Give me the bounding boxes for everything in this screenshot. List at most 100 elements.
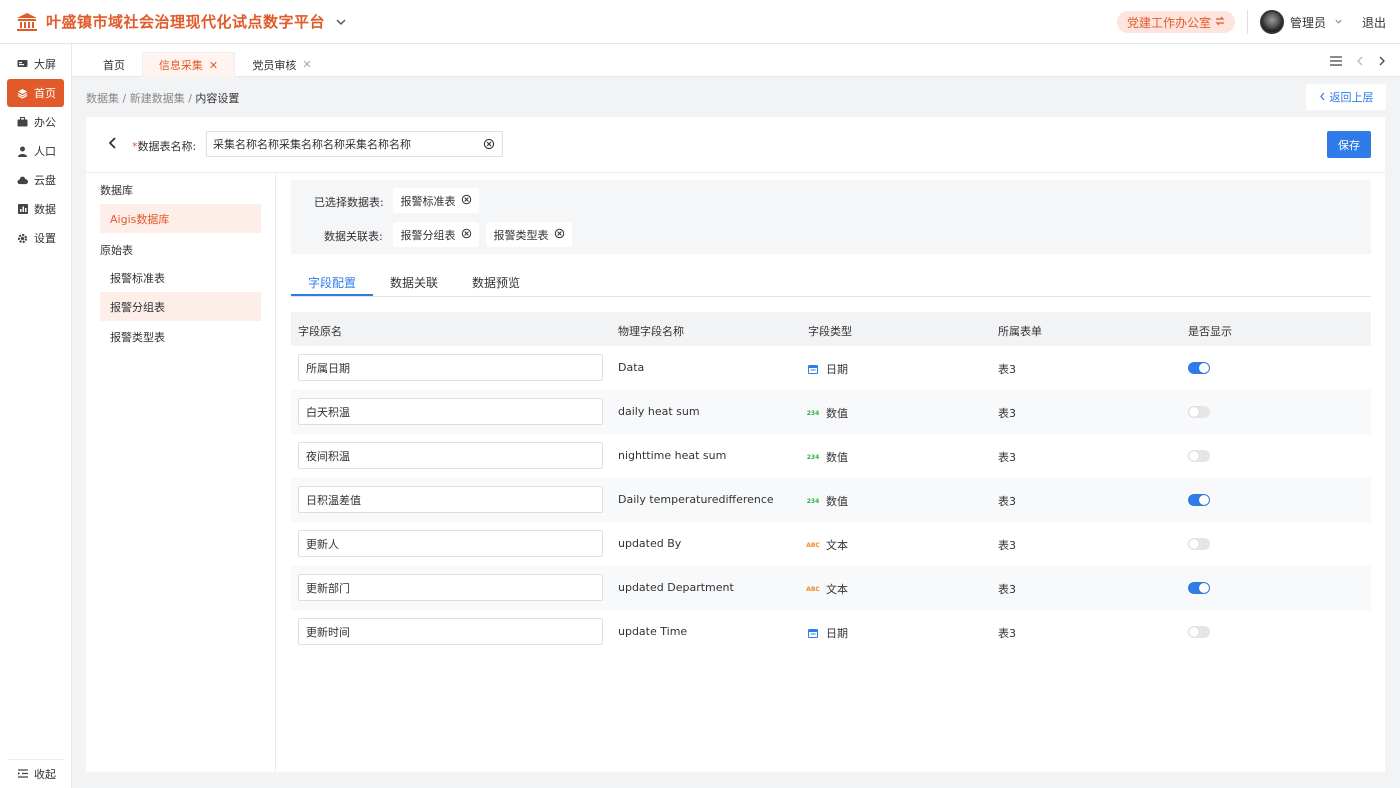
physical-field-name: Data: [618, 361, 645, 374]
database-heading: 数据库: [100, 184, 133, 197]
user-name[interactable]: 管理员: [1290, 14, 1326, 31]
field-name-input[interactable]: 夜间积温: [298, 442, 603, 469]
back-up-button[interactable]: 返回上层: [1306, 84, 1386, 110]
layers-icon: [17, 88, 28, 99]
sidebar-item-office[interactable]: 办公: [7, 108, 64, 136]
tab-info-collection[interactable]: 信息采集 ✕: [142, 52, 235, 77]
tab-field-config[interactable]: 字段配置: [308, 274, 356, 291]
chevron-down-icon[interactable]: [1334, 16, 1344, 29]
sidebar-item-label: 云盘: [34, 174, 56, 187]
field-type-label: 文本: [826, 539, 848, 552]
content-card: *数据表名称: 采集名称名称采集名称名称采集名称名称 保存 数据库 Aigis数…: [86, 117, 1385, 772]
field-name-input[interactable]: 所属日期: [298, 354, 603, 381]
close-icon[interactable]: ✕: [209, 59, 218, 72]
clear-circle-icon[interactable]: [461, 194, 472, 208]
active-tab-indicator: [291, 294, 373, 296]
table-header: 字段原名 物理字段名称 字段类型 所属表单 是否显示: [291, 312, 1371, 346]
form-name: 表3: [998, 407, 1016, 420]
swap-icon: [1215, 15, 1225, 29]
tab-member-review[interactable]: 党员审核 ✕: [242, 52, 322, 77]
sidebar-item-big-screen[interactable]: 大屏: [7, 50, 64, 78]
sidebar-item-cloud-disk[interactable]: 云盘: [7, 166, 64, 194]
field-type-label: 日期: [826, 363, 848, 376]
chevron-right-icon[interactable]: [1378, 56, 1386, 69]
table-row: 更新人 updated By ABC 文本 表3: [291, 522, 1371, 566]
header-divider: [1246, 10, 1248, 34]
sidebar-item-label: 办公: [34, 116, 56, 129]
government-building-icon: [16, 11, 38, 33]
show-toggle[interactable]: [1188, 582, 1210, 594]
breadcrumb-item[interactable]: 数据集: [86, 92, 119, 105]
field-type: 234 数值: [807, 449, 848, 465]
field-name-input[interactable]: 更新部门: [298, 574, 603, 601]
field-type-label: 数值: [826, 451, 848, 464]
field-name-input[interactable]: 白天积温: [298, 398, 603, 425]
sidebar-item-settings[interactable]: 设置: [7, 224, 64, 252]
table-name-input[interactable]: 采集名称名称采集名称名称采集名称名称: [206, 131, 503, 157]
tab-home[interactable]: 首页: [86, 52, 142, 77]
raw-table-item[interactable]: 报警标准表: [100, 263, 261, 292]
calendar-icon: [808, 364, 818, 374]
physical-field-name: updated By: [618, 537, 682, 550]
clear-circle-icon[interactable]: [461, 228, 472, 242]
show-toggle[interactable]: [1188, 362, 1210, 374]
show-toggle[interactable]: [1188, 538, 1210, 550]
physical-field-name: update Time: [618, 625, 688, 638]
related-table-chip: 报警类型表: [486, 222, 572, 247]
chevron-left-icon[interactable]: [1356, 56, 1364, 69]
raw-table-item[interactable]: 报警类型表: [100, 322, 261, 351]
show-toggle[interactable]: [1188, 450, 1210, 462]
field-name-input[interactable]: 日积温差值: [298, 486, 603, 513]
number-icon: 234: [806, 497, 820, 505]
related-table-chip: 报警分组表: [393, 222, 479, 247]
avatar[interactable]: [1259, 10, 1284, 34]
field-name-input[interactable]: 更新人: [298, 530, 603, 557]
menu-icon[interactable]: [1330, 56, 1342, 69]
collapse-sidebar-button[interactable]: 收起: [7, 759, 64, 787]
chevron-down-icon[interactable]: [335, 15, 349, 29]
save-button[interactable]: 保存: [1327, 131, 1371, 158]
collapse-label: 收起: [34, 767, 56, 781]
show-toggle[interactable]: [1188, 494, 1210, 506]
toggle-knob: [1189, 627, 1199, 637]
clear-circle-icon[interactable]: [554, 228, 565, 242]
field-type-label: 文本: [826, 583, 848, 596]
table-row: 夜间积温 nighttime heat sum 234 数值 表3: [291, 434, 1371, 478]
show-toggle[interactable]: [1188, 406, 1210, 418]
toggle-knob: [1199, 363, 1209, 373]
sidebar-item-label: 数据: [34, 203, 56, 216]
sidebar-item-population[interactable]: 人口: [7, 137, 64, 165]
clear-circle-icon[interactable]: [483, 138, 495, 153]
show-toggle[interactable]: [1188, 626, 1210, 638]
logout-button[interactable]: 退出: [1362, 14, 1386, 31]
field-type: 日期: [808, 625, 848, 641]
cloud-icon: [17, 175, 28, 186]
sidebar-item-data[interactable]: 数据: [7, 195, 64, 223]
chip-label: 报警分组表: [400, 228, 456, 242]
column-header: 是否显示: [1188, 325, 1232, 338]
related-tables-label: 数据关联表:: [324, 230, 383, 243]
form-name: 表3: [998, 627, 1016, 640]
field-type: 234 数值: [806, 493, 848, 509]
column-header: 物理字段名称: [618, 325, 684, 338]
sidebar-item-home[interactable]: 首页: [7, 79, 64, 107]
close-icon[interactable]: ✕: [302, 58, 311, 71]
field-name-input[interactable]: 更新时间: [298, 618, 603, 645]
office-switch-button[interactable]: 党建工作办公室: [1116, 11, 1235, 33]
office-button-label: 党建工作办公室: [1126, 15, 1211, 30]
top-header: 叶盛镇市域社会治理现代化试点数字平台 党建工作办公室 管理员 退出: [0, 0, 1400, 44]
database-item[interactable]: Aigis数据库: [100, 204, 261, 233]
field-type: 234 数值: [807, 405, 848, 421]
text-icon: ABC: [806, 541, 820, 549]
divider: [86, 172, 1385, 173]
table-name-value: 采集名称名称采集名称名称采集名称名称: [213, 138, 411, 151]
form-name: 表3: [998, 363, 1016, 376]
chip-label: 报警标准表: [400, 194, 456, 208]
tab-data-relation[interactable]: 数据关联: [390, 274, 438, 291]
raw-table-item[interactable]: 报警分组表: [100, 292, 261, 321]
tab-data-preview[interactable]: 数据预览: [472, 274, 520, 291]
breadcrumb-item[interactable]: 新建数据集: [130, 92, 185, 105]
app-title: 叶盛镇市域社会治理现代化试点数字平台: [46, 13, 326, 31]
column-header: 字段原名: [298, 325, 342, 338]
back-arrow-icon[interactable]: [105, 135, 121, 151]
